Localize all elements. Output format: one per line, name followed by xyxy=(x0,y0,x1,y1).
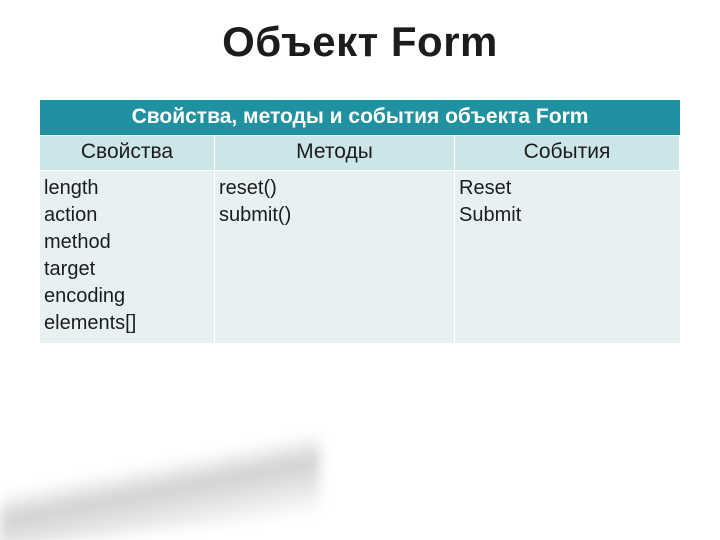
page-title: Объект Form xyxy=(0,18,720,66)
decorative-shadow xyxy=(0,404,320,540)
column-header-events: События xyxy=(455,136,680,171)
column-header-properties: Свойства xyxy=(40,136,215,171)
table-header: Свойства, методы и события объекта Form xyxy=(40,100,680,136)
cell-methods: reset() submit() xyxy=(215,171,455,343)
form-object-table: Свойства, методы и события объекта Form … xyxy=(40,100,680,343)
column-header-methods: Методы xyxy=(215,136,455,171)
cell-events: Reset Submit xyxy=(455,171,680,343)
cell-properties: length action method target encoding ele… xyxy=(40,171,215,343)
